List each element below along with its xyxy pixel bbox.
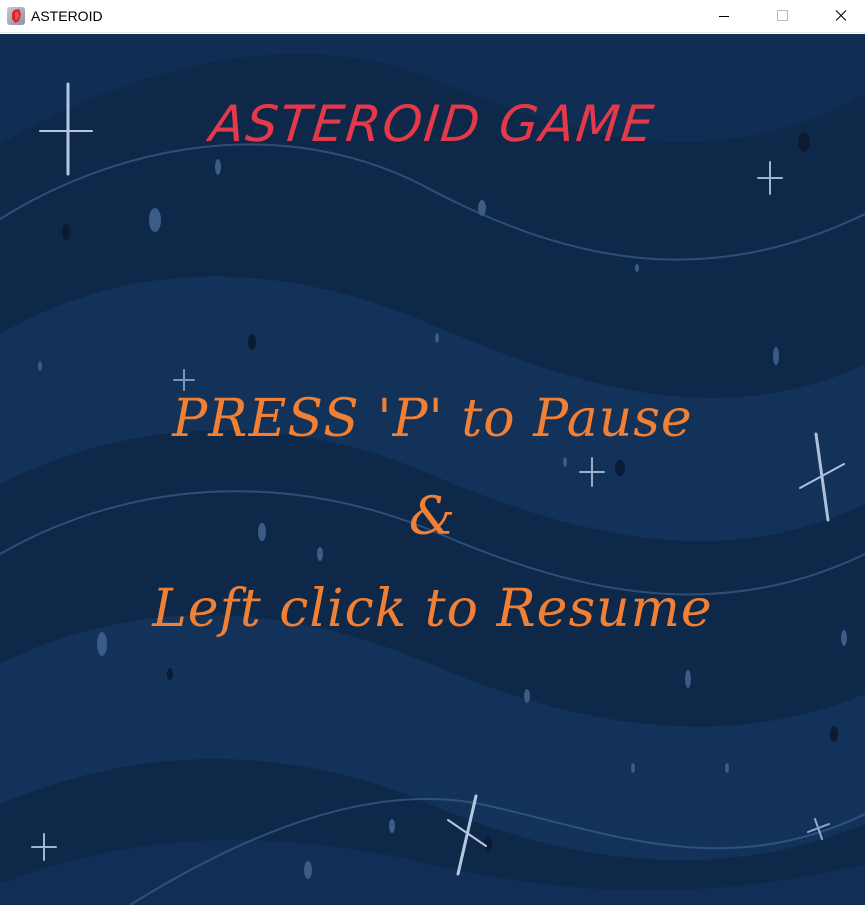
game-canvas[interactable]: ASTEROID GAME PRESS 'P' to Pause & Left … xyxy=(0,34,865,905)
game-window: ASTEROID ASTEROID GAME PRESS 'P' to Paus… xyxy=(0,0,865,905)
resume-instruction: Left click to Resume xyxy=(152,579,713,639)
game-title: ASTEROID GAME xyxy=(206,95,659,153)
title-bar[interactable]: ASTEROID xyxy=(0,0,865,33)
close-button[interactable] xyxy=(810,0,865,33)
minimize-button[interactable] xyxy=(693,0,751,33)
maximize-icon xyxy=(777,10,788,21)
window-title: ASTEROID xyxy=(31,8,103,24)
asteroid-app-icon xyxy=(7,7,25,25)
minimize-icon xyxy=(719,16,729,17)
space-background xyxy=(0,34,865,905)
pause-instruction: PRESS 'P' to Pause xyxy=(172,389,693,449)
maximize-button[interactable] xyxy=(752,0,810,33)
close-icon xyxy=(835,10,847,21)
instruction-joiner: & xyxy=(408,487,457,547)
